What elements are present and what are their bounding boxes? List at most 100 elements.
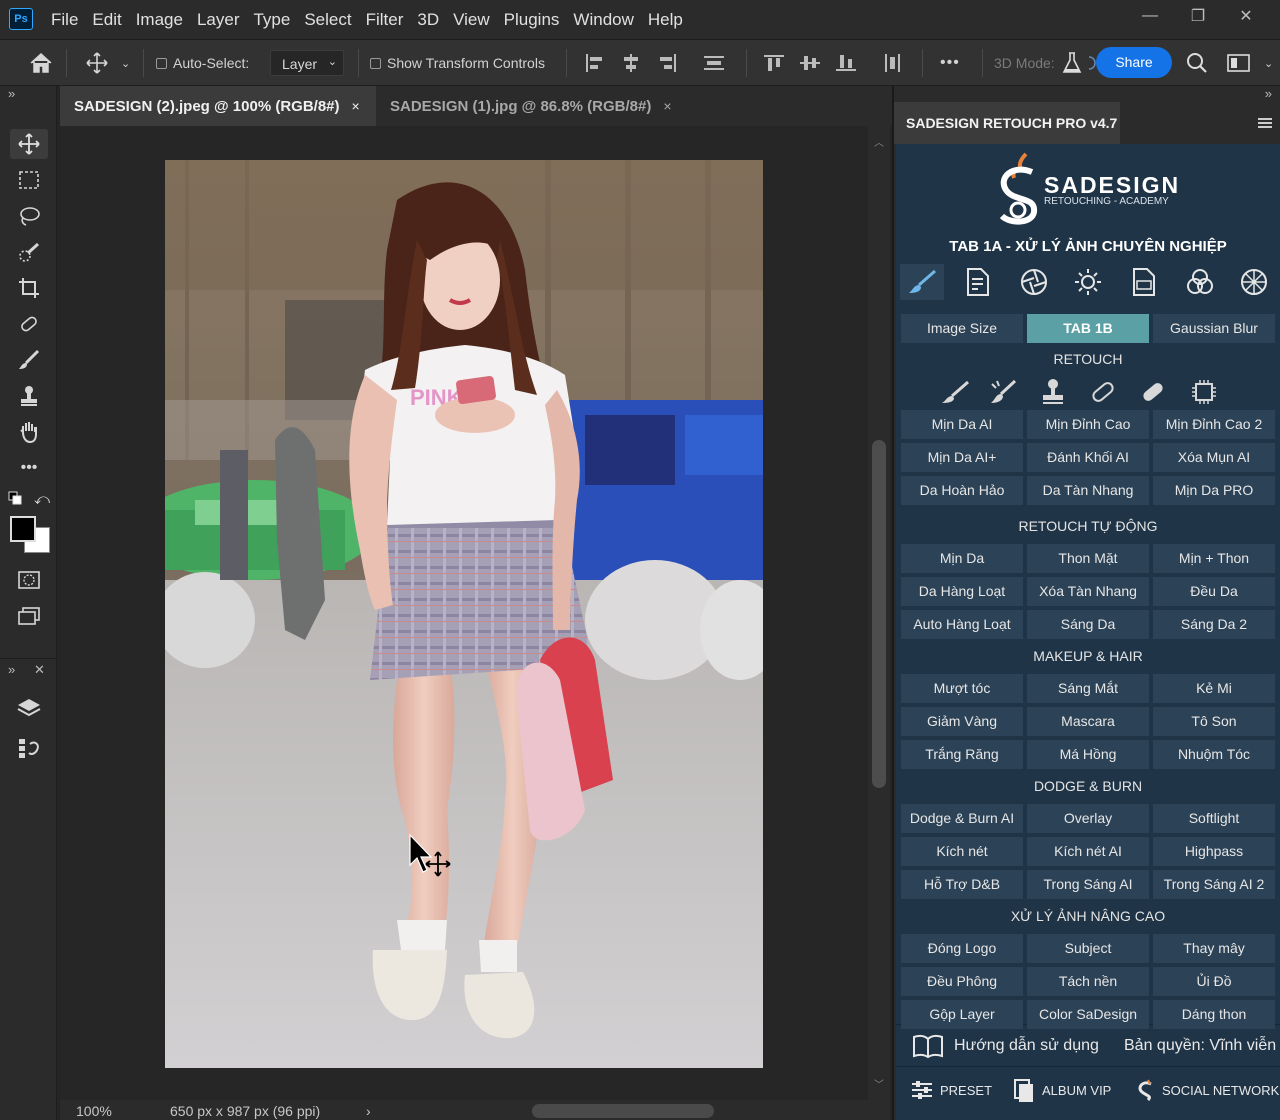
thay-may-button[interactable]: Thay mây <box>1153 934 1275 963</box>
distribute-icon[interactable] <box>703 40 725 86</box>
min-dinh-cao-2-button[interactable]: Mịn Đỉnh Cao 2 <box>1153 410 1275 439</box>
kich-net-button[interactable]: Kích nét <box>901 837 1023 866</box>
dang-thon-button[interactable]: Dáng thon <box>1153 1000 1275 1029</box>
align-top-icon[interactable] <box>763 40 785 86</box>
tach-nen-button[interactable]: Tách nền <box>1027 967 1149 996</box>
sang-mat-button[interactable]: Sáng Mắt <box>1027 674 1149 703</box>
expand-panels-button[interactable]: » <box>8 662 15 677</box>
menu-select[interactable]: Select <box>297 10 358 30</box>
da-hang-loat-button[interactable]: Da Hàng Loạt <box>901 577 1023 606</box>
horizontal-scrollbar-thumb[interactable] <box>532 1104 714 1118</box>
align-bottom-icon[interactable] <box>835 40 857 86</box>
status-menu-arrow[interactable]: › <box>366 1103 371 1119</box>
social-network-button[interactable]: SOCIAL NETWORK <box>1136 1074 1279 1106</box>
chevron-down-icon[interactable]: ⌄ <box>121 40 130 86</box>
history-icon[interactable] <box>10 733 48 763</box>
align-center-icon[interactable] <box>620 40 642 86</box>
image-size-button[interactable]: Image Size <box>901 314 1023 343</box>
collapse-panel-button[interactable]: » <box>1265 86 1272 101</box>
search-icon[interactable] <box>1186 40 1208 86</box>
nhuom-toc-button[interactable]: Nhuộm Tóc <box>1153 740 1275 769</box>
xoa-tan-nhang-button[interactable]: Xóa Tàn Nhang <box>1027 577 1149 606</box>
auto-select-target-dropdown[interactable]: Layer ⌄ <box>270 50 344 76</box>
stamp-tool-icon[interactable] <box>10 381 48 411</box>
stamp-icon[interactable] <box>1040 378 1066 411</box>
preset-button[interactable]: PRESET <box>910 1074 992 1106</box>
brightness-tab-icon[interactable] <box>1066 264 1110 300</box>
trong-sang-ai-button[interactable]: Trong Sáng AI <box>1027 870 1149 899</box>
min-da-button[interactable]: Mịn Da <box>901 544 1023 573</box>
gaussian-blur-button[interactable]: Gaussian Blur <box>1153 314 1275 343</box>
healing-icon[interactable] <box>1088 378 1118 411</box>
quick-select-tool-icon[interactable] <box>10 237 48 267</box>
more-tools-icon[interactable]: ••• <box>10 453 48 483</box>
screen-mode-icon[interactable] <box>10 601 48 631</box>
color-circles-tab-icon[interactable] <box>1178 264 1222 300</box>
move-tool-icon[interactable] <box>86 40 108 86</box>
close-tab-icon[interactable]: × <box>352 98 360 114</box>
close-tab-icon[interactable]: × <box>663 98 671 114</box>
menu-help[interactable]: Help <box>641 10 690 30</box>
brush-tool-icon[interactable] <box>10 345 48 375</box>
menu-plugins[interactable]: Plugins <box>497 10 567 30</box>
brush-icon[interactable] <box>940 378 970 411</box>
align-left-icon[interactable] <box>584 40 606 86</box>
bandage-icon[interactable] <box>1138 378 1168 411</box>
deu-phong-button[interactable]: Đều Phông <box>901 967 1023 996</box>
crop-tool-icon[interactable] <box>10 273 48 303</box>
close-window-button[interactable]: ✕ <box>1222 6 1270 26</box>
collapse-toolbar-button[interactable]: » <box>8 86 15 101</box>
scroll-down-icon[interactable]: ﹀ <box>874 1076 884 1091</box>
auto-hang-loat-button[interactable]: Auto Hàng Loạt <box>901 610 1023 639</box>
lasso-tool-icon[interactable] <box>10 201 48 231</box>
brush-tab-icon[interactable] <box>900 264 944 300</box>
document-tab-icon[interactable] <box>956 264 1000 300</box>
align-right-icon[interactable] <box>656 40 678 86</box>
layers-icon[interactable] <box>10 693 48 723</box>
zoom-level[interactable]: 100% <box>76 1103 112 1119</box>
scroll-up-icon[interactable]: ︿ <box>874 134 884 149</box>
min-da-ai-button[interactable]: Mịn Da AI+ <box>901 443 1023 472</box>
deu-da-button[interactable]: Đều Da <box>1153 577 1275 606</box>
minimize-button[interactable]: — <box>1126 7 1174 25</box>
dong-logo-button[interactable]: Đóng Logo <box>901 934 1023 963</box>
swap-colors-icon[interactable]: ⤺ <box>34 491 50 508</box>
vertical-scrollbar-thumb[interactable] <box>872 440 886 788</box>
shutter-tab-icon[interactable] <box>1232 264 1276 300</box>
highpass-button[interactable]: Highpass <box>1153 837 1275 866</box>
menu-filter[interactable]: Filter <box>359 10 411 30</box>
auto-select-checkbox[interactable]: Auto-Select: <box>156 40 249 86</box>
menu-image[interactable]: Image <box>129 10 190 30</box>
subject-button[interactable]: Subject <box>1027 934 1149 963</box>
sang-da-2-button[interactable]: Sáng Da 2 <box>1153 610 1275 639</box>
mixer-brush-icon[interactable] <box>988 378 1018 411</box>
tab-1b-button[interactable]: TAB 1B <box>1027 314 1149 343</box>
da-tan-nhang-button[interactable]: Da Tàn Nhang <box>1027 476 1149 505</box>
share-button[interactable]: Share <box>1096 47 1172 78</box>
ho-tro-d-b-button[interactable]: Hỗ Trợ D&B <box>901 870 1023 899</box>
panel-menu-icon[interactable] <box>1258 116 1272 134</box>
home-icon[interactable] <box>28 40 54 86</box>
softlight-button[interactable]: Softlight <box>1153 804 1275 833</box>
min-dinh-cao-button[interactable]: Mịn Đỉnh Cao <box>1027 410 1149 439</box>
dodge-burn-ai-button[interactable]: Dodge & Burn AI <box>901 804 1023 833</box>
foreground-color-swatch[interactable] <box>10 516 36 542</box>
guide-link[interactable]: Hướng dẫn sử dụng <box>912 1028 1099 1064</box>
to-son-button[interactable]: Tô Son <box>1153 707 1275 736</box>
giam-vang-button[interactable]: Giảm Vàng <box>901 707 1023 736</box>
gop-layer-button[interactable]: Gộp Layer <box>901 1000 1023 1029</box>
align-middle-icon[interactable] <box>799 40 821 86</box>
show-transform-checkbox[interactable]: Show Transform Controls <box>370 40 545 86</box>
kich-net-ai-button[interactable]: Kích nét AI <box>1027 837 1149 866</box>
hand-tool-icon[interactable] <box>10 417 48 447</box>
ui-do-button[interactable]: Ủi Đồ <box>1153 967 1275 996</box>
menu-type[interactable]: Type <box>246 10 297 30</box>
aperture-tab-icon[interactable] <box>1012 264 1056 300</box>
psd-file-tab-icon[interactable] <box>1122 264 1166 300</box>
min-thon-button[interactable]: Mịn + Thon <box>1153 544 1275 573</box>
trong-sang-ai-2-button[interactable]: Trong Sáng AI 2 <box>1153 870 1275 899</box>
da-hoan-hao-button[interactable]: Da Hoàn Hảo <box>901 476 1023 505</box>
color-sadesign-button[interactable]: Color SaDesign <box>1027 1000 1149 1029</box>
close-panels-button[interactable]: ✕ <box>34 662 45 678</box>
menu-view[interactable]: View <box>446 10 497 30</box>
